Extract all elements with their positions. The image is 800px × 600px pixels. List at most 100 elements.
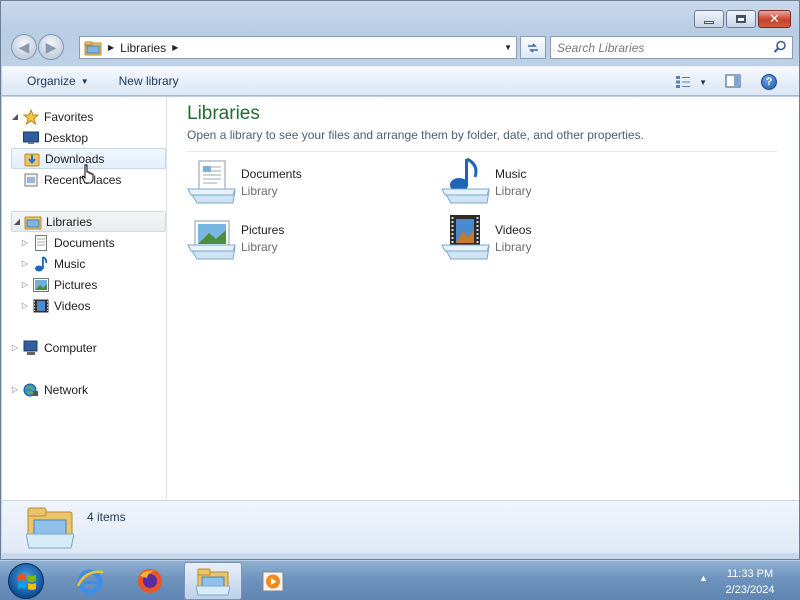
internet-explorer-icon [76,569,104,595]
library-item-music[interactable]: Music Library [441,157,681,207]
nav-music-label: Music [54,256,86,271]
nav-network[interactable]: ▷ Network [10,379,166,400]
library-item-text: Documents Library [241,167,302,198]
breadcrumb-chevron-icon[interactable]: ▶ [108,43,114,52]
documents-icon [32,234,50,251]
search-box[interactable] [550,36,793,59]
library-type: Library [241,184,278,198]
taskbar-firefox[interactable] [121,562,179,600]
library-item-pictures[interactable]: Pictures Library [187,213,427,263]
nav-desktop-label: Desktop [44,130,89,145]
clock-time: 11:33 PM [726,568,774,580]
show-hidden-icons-icon[interactable]: ▲ [699,573,708,583]
new-library-label: New library [118,74,179,88]
close-button[interactable]: ✕ [758,10,791,28]
expand-arrow-icon[interactable]: ◢ [10,112,20,121]
libraries-view: Libraries Open a library to see your fil… [168,97,799,500]
taskbar-windows-explorer[interactable] [184,562,242,600]
minimize-icon [704,20,714,24]
details-pane: 4 items [2,500,799,553]
maximize-icon [736,15,746,23]
firefox-icon [138,569,162,593]
music-library-icon [441,157,490,204]
nav-documents-label: Documents [54,235,115,250]
library-type: Library [495,184,532,198]
videos-icon [32,298,50,314]
chevron-down-icon: ▼ [80,76,89,86]
nav-favorites-label: Favorites [44,109,94,124]
organize-label: Organize [27,74,76,88]
search-input[interactable] [557,40,767,55]
command-bar: Organize ▼ New library ▼ ? [2,66,799,96]
nav-music[interactable]: ▷ Music [20,253,166,274]
help-button[interactable]: ? [761,74,777,90]
navigation-pane[interactable]: ◢ Favorites Desktop Downloads Recent Pla… [2,97,167,500]
taskbar: ▲ 11:33 PM 2/23/2024 [0,560,800,600]
nav-desktop[interactable]: Desktop [20,127,166,148]
taskbar-media-player[interactable] [244,562,302,600]
nav-computer[interactable]: ▷ Computer [10,337,166,358]
nav-favorites[interactable]: ◢ Favorites [10,106,166,127]
address-dropdown-icon[interactable]: ▼ [504,43,512,52]
nav-libraries[interactable]: ◢ Libraries [11,211,166,232]
chevron-down-icon: ▼ [699,77,707,87]
pictures-library-icon [187,220,236,260]
address-bar[interactable]: ▶ Libraries ▶ ▼ [79,36,517,59]
page-title: Libraries [187,103,260,124]
library-type: Library [241,240,278,254]
taskbar-internet-explorer[interactable] [61,562,119,600]
collapse-arrow-icon[interactable]: ▷ [20,238,30,247]
refresh-icon [528,42,538,53]
system-clock[interactable]: 11:33 PM 2/23/2024 [715,566,785,598]
collapse-arrow-icon[interactable]: ▷ [10,343,20,352]
nav-pictures[interactable]: ▷ Pictures [20,274,166,295]
item-count: 4 items [87,510,126,524]
start-button[interactable] [8,563,44,599]
library-item-videos[interactable]: Videos Library [441,213,681,263]
recent-places-icon [22,172,40,188]
library-type: Library [495,240,532,254]
documents-library-icon [187,160,236,204]
forward-button[interactable]: ▶ [38,34,64,60]
collapse-arrow-icon[interactable]: ▷ [10,385,20,394]
hand-cursor-icon [81,164,94,184]
libraries-icon [24,214,42,230]
pictures-icon [32,277,50,293]
back-button[interactable]: ◀ [11,34,37,60]
view-options-icon [676,76,691,88]
refresh-button[interactable] [520,36,546,59]
collapse-arrow-icon[interactable]: ▷ [20,301,30,310]
nav-network-label: Network [44,382,89,397]
downloads-folder-icon [23,151,41,167]
expand-arrow-icon[interactable]: ◢ [12,217,22,226]
collapse-arrow-icon[interactable]: ▷ [20,280,30,289]
new-library-button[interactable]: New library [119,74,179,88]
minimize-button[interactable] [694,10,724,28]
breadcrumb-chevron-icon[interactable]: ▶ [172,43,178,52]
clock-date: 2/23/2024 [725,584,775,596]
library-item-text: Pictures Library [241,223,284,254]
network-icon [22,382,40,398]
organize-button[interactable]: Organize ▼ [27,74,89,88]
search-icon[interactable] [773,40,787,54]
collapse-arrow-icon[interactable]: ▷ [20,259,30,268]
nav-documents[interactable]: ▷ Documents [20,232,166,253]
videos-library-icon [441,215,490,260]
content-area: ◢ Favorites Desktop Downloads Recent Pla… [2,97,799,500]
toolbar-right: ▼ ? [675,67,799,97]
preview-pane-icon [725,73,741,88]
nav-videos[interactable]: ▷ Videos [20,295,166,316]
maximize-button[interactable] [726,10,756,28]
breadcrumb-libraries[interactable]: Libraries [120,41,166,55]
desktop-icon [22,130,40,146]
windows-explorer-icon [196,568,230,596]
library-item-documents[interactable]: Documents Library [187,157,427,207]
windows-logo-icon [18,574,36,590]
library-name: Pictures [241,223,285,237]
change-view-button[interactable]: ▼ [675,75,707,89]
nav-computer-label: Computer [44,340,97,355]
preview-pane-button[interactable] [725,73,741,91]
caption-buttons: ✕ [694,10,791,28]
star-icon [22,108,40,125]
library-name: Music [495,167,527,181]
